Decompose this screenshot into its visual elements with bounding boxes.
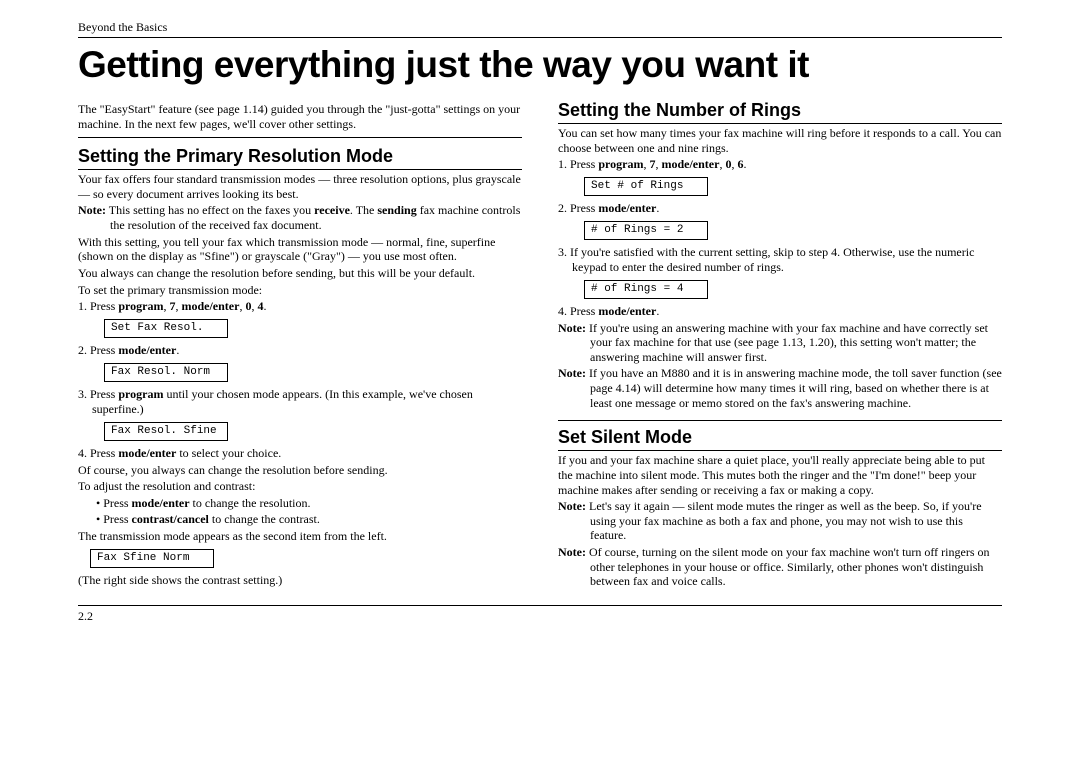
intro-text: The "EasyStart" feature (see page 1.14) … xyxy=(78,102,522,131)
section-resolution: Setting the Primary Resolution Mode xyxy=(78,146,522,170)
lcd-display: Set Fax Resol. xyxy=(104,319,228,338)
lcd-display: Fax Sfine Norm xyxy=(90,549,214,568)
bullet-item: • Press mode/enter to change the resolut… xyxy=(106,496,522,511)
note-text: Note: If you're using an answering machi… xyxy=(590,321,1002,365)
lcd-display: Fax Resol. Sfine xyxy=(104,422,228,441)
step: 4. Press mode/enter to select your choic… xyxy=(92,446,522,461)
bullet-item: • Press contrast/cancel to change the co… xyxy=(106,512,522,527)
note-label: Note: xyxy=(558,499,586,513)
step: 1. Press program, 7, mode/enter, 0, 4. xyxy=(92,299,522,314)
body-text: With this setting, you tell your fax whi… xyxy=(78,235,522,264)
body-text: You always can change the resolution bef… xyxy=(78,266,522,281)
lcd-display: Fax Resol. Norm xyxy=(104,363,228,382)
note-label: Note: xyxy=(558,545,586,559)
note-text: Note: This setting has no effect on the … xyxy=(110,203,522,232)
lcd-display: Set # of Rings xyxy=(584,177,708,196)
note-text: Note: Let's say it again — silent mode m… xyxy=(590,499,1002,543)
lcd-display: # of Rings = 2 xyxy=(584,221,708,240)
step: 3. Press program until your chosen mode … xyxy=(92,387,522,416)
body-text: If you and your fax machine share a quie… xyxy=(558,453,1002,497)
note-text: Note: If you have an M880 and it is in a… xyxy=(590,366,1002,410)
running-header: Beyond the Basics xyxy=(78,20,1002,38)
page-title: Getting everything just the way you want… xyxy=(78,44,1002,86)
lcd-display: # of Rings = 4 xyxy=(584,280,708,299)
body-text: The transmission mode appears as the sec… xyxy=(78,529,522,544)
note-text: Note: Of course, turning on the silent m… xyxy=(590,545,1002,589)
left-column: The "EasyStart" feature (see page 1.14) … xyxy=(78,100,522,591)
step: 4. Press mode/enter. xyxy=(572,304,1002,319)
step: 2. Press mode/enter. xyxy=(572,201,1002,216)
body-text: Your fax offers four standard transmissi… xyxy=(78,172,522,201)
body-text: Of course, you always can change the res… xyxy=(78,463,522,478)
body-text: To adjust the resolution and contrast: xyxy=(78,479,522,494)
step: 1. Press program, 7, mode/enter, 0, 6. xyxy=(572,157,1002,172)
right-column: Setting the Number of Rings You can set … xyxy=(558,100,1002,591)
body-text: You can set how many times your fax mach… xyxy=(558,126,1002,155)
body-text: (The right side shows the contrast setti… xyxy=(78,573,522,588)
step: 2. Press mode/enter. xyxy=(92,343,522,358)
section-silent: Set Silent Mode xyxy=(558,427,1002,451)
page-number: 2.2 xyxy=(78,605,1002,624)
note-label: Note: xyxy=(558,321,586,335)
note-label: Note: xyxy=(558,366,586,380)
step: 3. If you're satisfied with the current … xyxy=(572,245,1002,274)
body-text: To set the primary transmission mode: xyxy=(78,283,522,298)
divider xyxy=(558,420,1002,421)
section-rings: Setting the Number of Rings xyxy=(558,100,1002,124)
note-label: Note: xyxy=(78,203,106,217)
